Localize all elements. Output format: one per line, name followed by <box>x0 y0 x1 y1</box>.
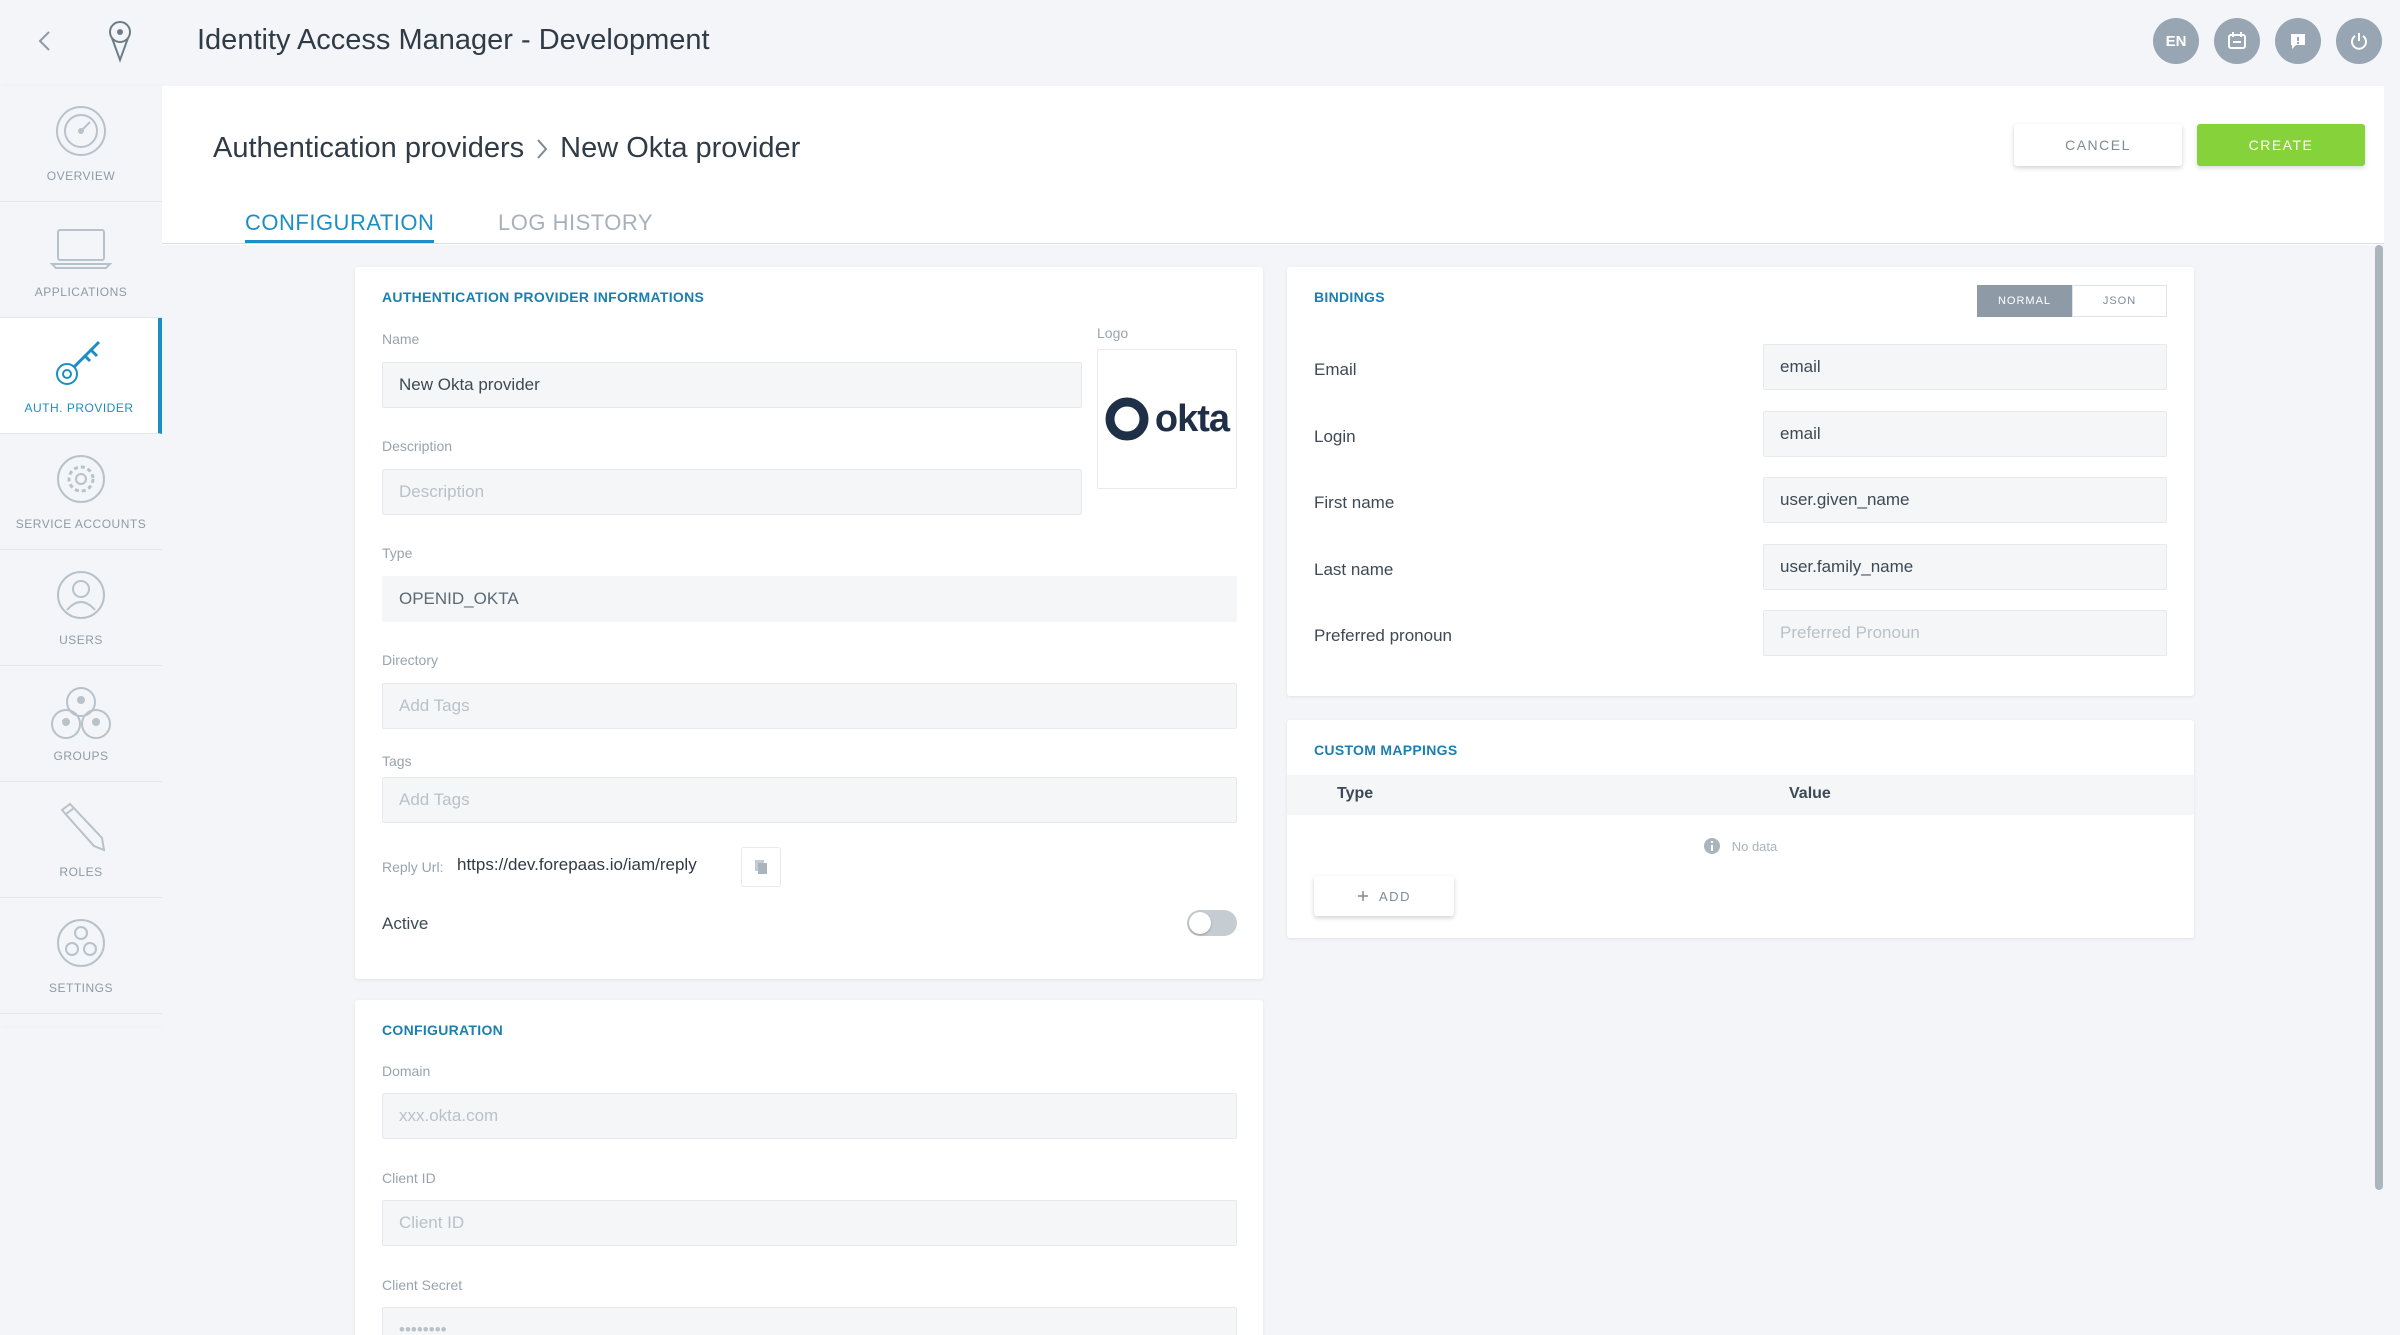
sidebar-item-label: USERS <box>59 633 103 647</box>
sidebar-item-label: ROLES <box>59 865 103 879</box>
binding-field-first-name[interactable]: user.given_name <box>1763 477 2167 523</box>
gear-icon <box>57 455 105 503</box>
laptop-icon <box>49 229 113 269</box>
card-title: BINDINGS <box>1314 289 1385 305</box>
binding-label-email: Email <box>1314 360 1357 379</box>
binding-field-preferred-pronoun[interactable]: Preferred Pronoun <box>1763 610 2167 656</box>
configuration-card: CONFIGURATION Domain xxx.okta.com Client… <box>355 1000 1263 1335</box>
binding-field-login[interactable]: email <box>1763 411 2167 457</box>
copy-button[interactable] <box>741 847 781 887</box>
binding-field-email[interactable]: email <box>1763 344 2167 390</box>
client-id-field[interactable]: Client ID <box>382 1200 1237 1246</box>
app-title: Identity Access Manager - Development <box>197 24 710 56</box>
name-label: Name <box>382 331 420 347</box>
binding-label-last-name: Last name <box>1314 560 1394 579</box>
sidebar-item-label: APPLICATIONS <box>34 285 128 299</box>
sidebar-item-settings[interactable]: SETTINGS <box>0 898 162 1014</box>
domain-label: Domain <box>382 1063 431 1079</box>
type-field: OPENID_OKTA <box>382 576 1237 622</box>
directory-tags-input[interactable]: Add Tags <box>382 683 1237 729</box>
reply-url-label: Reply Url: <box>382 859 444 875</box>
bindings-card: BINDINGS NORMAL JSON Email email Login e… <box>1287 267 2194 696</box>
sidebar-item-label: AUTH. PROVIDER <box>24 401 134 415</box>
feedback-icon[interactable] <box>2275 18 2321 64</box>
tags-label: Tags <box>382 753 412 769</box>
sidebar-item-users[interactable]: USERS <box>0 550 162 666</box>
type-label: Type <box>382 545 413 561</box>
logo-text: okta <box>1154 397 1230 440</box>
description-label: Description <box>382 438 453 454</box>
logo-upload[interactable]: okta <box>1097 349 1237 489</box>
bindings-mode-switch: NORMAL JSON <box>1977 285 2167 317</box>
content-area: AUTHENTICATION PROVIDER INFORMATIONS Nam… <box>162 245 2384 1335</box>
binding-field-last-name[interactable]: user.family_name <box>1763 544 2167 590</box>
copy-icon <box>755 860 767 874</box>
sidebar-item-overview[interactable]: OVERVIEW <box>0 86 162 202</box>
add-label: ADD <box>1379 888 1411 904</box>
logo-label: Logo <box>1097 325 1129 341</box>
tab-bar: CONFIGURATION LOG HISTORY <box>162 86 2384 244</box>
domain-field[interactable]: xxx.okta.com <box>382 1093 1237 1139</box>
sidebar: OVERVIEW APPLICATIONS AUTH. PROVIDER SER… <box>0 86 162 1026</box>
card-title: CONFIGURATION <box>382 1022 504 1038</box>
plus-icon <box>1358 891 1369 901</box>
settings-icon <box>57 919 105 967</box>
okta-logo-icon <box>1105 397 1149 441</box>
sidebar-item-label: SETTINGS <box>48 981 113 995</box>
main-panel: Authentication providers New Okta provid… <box>162 86 2384 1335</box>
name-field[interactable]: New Okta provider <box>382 362 1082 408</box>
tab-configuration[interactable]: CONFIGURATION <box>245 210 435 243</box>
sidebar-item-label: SERVICE ACCOUNTS <box>15 517 147 531</box>
sidebar-item-roles[interactable]: ROLES <box>0 782 162 898</box>
provider-info-card: AUTHENTICATION PROVIDER INFORMATIONS Nam… <box>355 267 1263 979</box>
dashboard-icon <box>56 106 106 156</box>
info-icon <box>1703 838 1720 854</box>
client-id-label: Client ID <box>382 1170 436 1186</box>
column-header-type: Type <box>1337 785 1374 802</box>
client-secret-label: Client Secret <box>382 1277 463 1293</box>
sidebar-item-auth-provider[interactable]: AUTH. PROVIDER <box>0 318 162 434</box>
mode-json-button[interactable]: JSON <box>2072 285 2167 317</box>
empty-state: No data <box>1287 838 2194 854</box>
sidebar-item-label: GROUPS <box>53 749 109 763</box>
pencil-icon <box>60 802 106 852</box>
custom-mappings-card: CUSTOM MAPPINGS Type Value No data ADD <box>1287 720 2194 938</box>
reply-url-value: https://dev.forepaas.io/iam/reply <box>457 855 697 874</box>
sidebar-item-applications[interactable]: APPLICATIONS <box>0 202 162 318</box>
binding-label-preferred-pronoun: Preferred pronoun <box>1314 626 1452 645</box>
description-field[interactable]: Description <box>382 469 1082 515</box>
directory-label: Directory <box>382 652 439 668</box>
sidebar-item-service-accounts[interactable]: SERVICE ACCOUNTS <box>0 434 162 550</box>
binding-label-first-name: First name <box>1314 493 1395 512</box>
app-logo-icon <box>109 21 131 63</box>
scrollbar[interactable] <box>2375 245 2383 1190</box>
card-title: CUSTOM MAPPINGS <box>1314 742 1458 758</box>
sidebar-item-label: OVERVIEW <box>46 169 116 183</box>
user-icon <box>57 571 105 619</box>
group-icon <box>51 687 111 739</box>
active-toggle[interactable] <box>1187 910 1237 936</box>
empty-text: No data <box>1731 838 1778 854</box>
active-label: Active <box>382 914 429 933</box>
key-icon <box>56 340 101 385</box>
card-title: AUTHENTICATION PROVIDER INFORMATIONS <box>382 289 705 305</box>
column-header-value: Value <box>1789 785 1831 802</box>
power-icon[interactable] <box>2336 18 2382 64</box>
calendar-icon[interactable] <box>2214 18 2260 64</box>
client-secret-field[interactable]: •••••••• <box>382 1307 1237 1335</box>
top-bar: Identity Access Manager - Development EN <box>0 0 2400 86</box>
back-arrow-icon[interactable] <box>30 26 60 56</box>
mappings-table-header: Type Value <box>1287 775 2194 815</box>
mode-normal-button[interactable]: NORMAL <box>1977 285 2072 317</box>
binding-label-login: Login <box>1314 427 1356 446</box>
language-button[interactable]: EN <box>2153 18 2199 64</box>
tab-log-history[interactable]: LOG HISTORY <box>498 210 653 236</box>
sidebar-item-groups[interactable]: GROUPS <box>0 666 162 782</box>
add-mapping-button[interactable]: ADD <box>1314 876 1454 916</box>
tags-input[interactable]: Add Tags <box>382 777 1237 823</box>
